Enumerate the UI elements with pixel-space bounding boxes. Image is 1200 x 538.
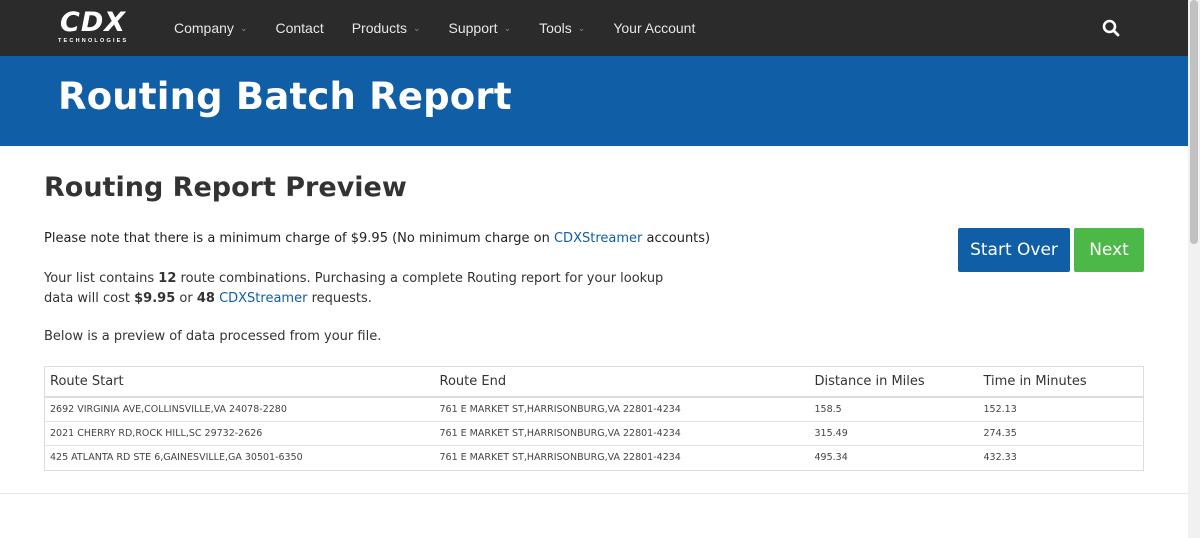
summary-text: requests.	[307, 291, 372, 306]
cdxstreamer-link[interactable]: CDXStreamer	[554, 231, 642, 246]
search-icon[interactable]	[1102, 19, 1120, 37]
table-cell: 432.33	[978, 445, 1144, 470]
nav-label: Tools	[539, 20, 572, 36]
table-cell: 761 E MARKET ST,HARRISONBURG,VA 22801-42…	[434, 445, 810, 470]
note-text-end: accounts)	[642, 231, 711, 246]
column-header: Route End	[434, 366, 810, 398]
table-cell: 2692 VIRGINIA AVE,COLLINSVILLE,VA 24078-…	[44, 396, 435, 421]
routing-preview-table: Route Start Route End Distance in Miles …	[44, 366, 1144, 471]
cdxstreamer-link-2[interactable]: CDXStreamer	[219, 291, 307, 306]
table-cell: 761 E MARKET ST,HARRISONBURG,VA 22801-42…	[434, 396, 810, 421]
note-text: Please note that there is a minimum char…	[44, 231, 554, 246]
nav-item-tools[interactable]: Tools ⌄	[539, 20, 585, 36]
summary-text: or	[175, 291, 197, 306]
page-banner: Routing Batch Report	[0, 56, 1188, 146]
column-header: Time in Minutes	[978, 366, 1144, 398]
table-cell: 315.49	[809, 420, 979, 446]
start-over-button[interactable]: Start Over	[958, 228, 1070, 272]
table-row: 2021 CHERRY RD,ROCK HILL,SC 29732-2626 7…	[44, 420, 1144, 446]
request-count: 48	[196, 291, 215, 306]
nav-item-your-account[interactable]: Your Account	[613, 20, 695, 36]
table-cell: 425 ATLANTA RD STE 6,GAINESVILLE,GA 3050…	[44, 445, 435, 470]
column-header: Route Start	[44, 366, 435, 398]
nav-label: Products	[351, 20, 407, 36]
section-divider	[0, 493, 1188, 494]
minimum-charge-note: Please note that there is a minimum char…	[44, 231, 710, 246]
summary-paragraph: Your list contains 12 route combinations…	[44, 269, 684, 309]
next-button[interactable]: Next	[1074, 228, 1144, 272]
page-title: Routing Batch Report	[58, 75, 512, 118]
summary-text: Your list contains	[44, 271, 159, 286]
section-title: Routing Report Preview	[44, 172, 407, 203]
preview-description: Below is a preview of data processed fro…	[44, 329, 382, 344]
nav-item-support[interactable]: Support ⌄	[449, 20, 512, 36]
chevron-down-icon: ⌄	[577, 22, 586, 33]
cdx-logo[interactable]: CDX TECHNOLOGIES	[58, 9, 150, 47]
nav-item-contact[interactable]: Contact	[275, 20, 323, 36]
scrollbar-thumb[interactable]	[1190, 0, 1198, 244]
nav-label: Contact	[275, 20, 324, 36]
table-row: 2692 VIRGINIA AVE,COLLINSVILLE,VA 24078-…	[44, 396, 1144, 421]
table-cell: 495.34	[809, 445, 979, 470]
table-cell: 274.35	[978, 420, 1144, 446]
logo-text: CDX	[60, 7, 127, 38]
table-row: 425 ATLANTA RD STE 6,GAINESVILLE,GA 3050…	[44, 445, 1144, 470]
chevron-down-icon: ⌄	[239, 22, 248, 33]
table-cell: 152.13	[978, 396, 1144, 421]
nav-label: Support	[448, 20, 498, 36]
report-cost: $9.95	[134, 291, 176, 306]
nav-item-products[interactable]: Products ⌄	[352, 20, 421, 36]
main-menu: Company ⌄ Contact Products ⌄ Support ⌄ Tool…	[174, 0, 723, 56]
table-cell: 2021 CHERRY RD,ROCK HILL,SC 29732-2626	[44, 420, 435, 446]
chevron-down-icon: ⌄	[503, 22, 512, 33]
nav-label: Your Account	[613, 20, 696, 36]
column-header: Distance in Miles	[809, 366, 979, 398]
table-header-row: Route Start Route End Distance in Miles …	[44, 366, 1144, 398]
scrollbar[interactable]	[1188, 0, 1200, 538]
table-cell: 158.5	[809, 396, 979, 421]
nav-label: Company	[174, 20, 234, 36]
logo-subtext: TECHNOLOGIES	[58, 38, 129, 44]
table-cell: 761 E MARKET ST,HARRISONBURG,VA 22801-42…	[434, 420, 810, 446]
nav-item-company[interactable]: Company ⌄	[174, 20, 247, 36]
route-count: 12	[158, 271, 177, 286]
top-navigation: CDX TECHNOLOGIES Company ⌄ Contact Produc…	[0, 0, 1188, 56]
chevron-down-icon: ⌄	[412, 22, 421, 33]
